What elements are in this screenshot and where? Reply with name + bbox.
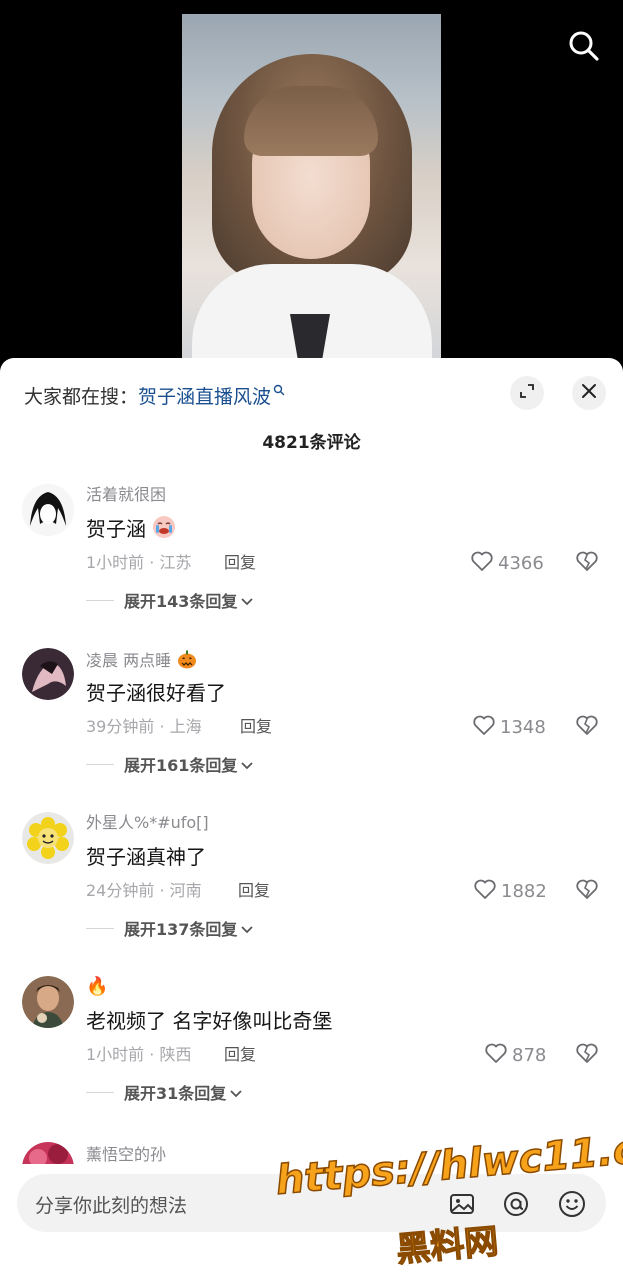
heart-icon	[484, 1042, 512, 1069]
dislike-button[interactable]	[575, 876, 601, 906]
chevron-down-icon	[241, 755, 254, 774]
comment-item: 外星人%*#ufo[] 贺子涵真神了 24分钟前 · 河南 回复 1882 展开…	[0, 812, 623, 976]
like-button[interactable]: 4366	[470, 548, 544, 578]
comment-text: 贺子涵真神了	[86, 845, 206, 869]
like-button[interactable]: 878	[484, 1040, 546, 1070]
divider	[86, 1091, 114, 1093]
close-button[interactable]	[572, 376, 606, 410]
divider	[86, 599, 114, 601]
like-button[interactable]: 1348	[472, 712, 546, 742]
crying-emoji-icon	[152, 515, 176, 547]
avatar[interactable]	[22, 648, 74, 700]
emoji-icon[interactable]	[557, 1189, 587, 1219]
comment-username[interactable]: 活着就很困	[86, 484, 166, 506]
heart-icon	[470, 550, 498, 577]
comment-username[interactable]: 薰悟空的孙	[86, 1144, 166, 1166]
like-count: 1882	[501, 880, 547, 902]
pumpkin-emoji-icon	[176, 648, 198, 676]
avatar[interactable]	[22, 484, 74, 536]
comment-text-content: 贺子涵	[86, 517, 146, 541]
comment-item: 🔥 老视频了 名字好像叫比奇堡 1小时前 · 陕西 回复 878 展开31条回复	[0, 976, 623, 1140]
reply-button[interactable]: 回复	[224, 1044, 256, 1066]
divider	[86, 763, 114, 765]
expand-replies[interactable]: 展开137条回复	[86, 916, 254, 940]
search-suggestion-prefix: 大家都在搜：	[24, 385, 139, 408]
like-count: 878	[512, 1044, 547, 1066]
expand-replies-label: 展开31条回复	[124, 1084, 227, 1103]
at-icon[interactable]	[501, 1189, 531, 1219]
search-suggestion[interactable]: 大家都在搜： 贺子涵直播风波	[24, 380, 285, 410]
chevron-down-icon	[241, 919, 254, 938]
search-suggestion-link[interactable]: 贺子涵直播风波	[138, 382, 271, 409]
comment-time-location: 39分钟前 · 上海	[86, 717, 202, 736]
reply-button[interactable]: 回复	[238, 880, 270, 902]
heart-icon	[472, 714, 500, 741]
comment-username-text: 凌晨 两点睡	[86, 651, 172, 670]
small-search-icon	[273, 379, 285, 401]
like-button[interactable]: 1882	[473, 876, 547, 906]
reply-button[interactable]: 回复	[240, 716, 272, 738]
comment-username[interactable]: 外星人%*#ufo[]	[86, 812, 209, 834]
expand-replies[interactable]: 展开143条回复	[86, 588, 254, 612]
comment-item: 凌晨 两点睡 贺子涵很好看了 39分钟前 · 上海 回复 1348 展开161条…	[0, 648, 623, 812]
expand-replies[interactable]: 展开161条回复	[86, 752, 254, 776]
like-count: 4366	[498, 552, 544, 574]
comment-time-location: 1小时前 · 江苏	[86, 553, 192, 572]
like-count: 1348	[500, 716, 546, 738]
comment-time-location: 24分钟前 · 河南	[86, 881, 202, 900]
close-icon	[581, 383, 597, 403]
broken-heart-icon	[575, 878, 599, 904]
dislike-button[interactable]	[575, 1040, 601, 1070]
comment-text: 老视频了 名字好像叫比奇堡	[86, 1009, 333, 1033]
expand-button[interactable]	[510, 376, 544, 410]
avatar[interactable]	[22, 976, 74, 1028]
comment-count-title: 4821条评论	[262, 433, 361, 453]
broken-heart-icon	[575, 714, 599, 740]
dislike-button[interactable]	[575, 712, 601, 742]
expand-replies-label: 展开143条回复	[124, 592, 238, 611]
comment-input-placeholder: 分享你此刻的想法	[35, 1195, 188, 1217]
search-icon[interactable]	[566, 28, 602, 64]
broken-heart-icon	[575, 1042, 599, 1068]
comments-sheet: 大家都在搜： 贺子涵直播风波 4821条评论 活着就很困 贺子涵 1小时前 · …	[0, 358, 623, 1280]
comment-input-bar: 分享你此刻的想法	[0, 1164, 623, 1280]
broken-heart-icon	[575, 550, 599, 576]
video-frame[interactable]	[182, 14, 441, 374]
avatar[interactable]	[22, 812, 74, 864]
comment-username[interactable]: 凌晨 两点睡	[86, 648, 198, 670]
comment-item: 活着就很困 贺子涵 1小时前 · 江苏 回复 4366 展开143条回复	[0, 484, 623, 648]
comment-text: 贺子涵很好看了	[86, 681, 226, 705]
chevron-down-icon	[230, 1083, 242, 1102]
fire-emoji-icon: 🔥	[86, 976, 109, 997]
chevron-down-icon	[241, 591, 254, 610]
comment-input[interactable]: 分享你此刻的想法	[17, 1174, 606, 1232]
comment-time-location: 1小时前 · 陕西	[86, 1045, 192, 1064]
comment-username[interactable]: 🔥	[86, 976, 108, 998]
expand-icon	[519, 383, 535, 403]
reply-button[interactable]: 回复	[224, 552, 256, 574]
comment-text: 贺子涵	[86, 514, 176, 544]
heart-icon	[473, 878, 501, 905]
expand-replies-label: 展开161条回复	[124, 756, 238, 775]
expand-replies-label: 展开137条回复	[124, 920, 238, 939]
video-player[interactable]	[0, 0, 623, 380]
divider	[86, 927, 114, 929]
image-icon[interactable]	[447, 1189, 477, 1219]
dislike-button[interactable]	[575, 548, 601, 578]
expand-replies[interactable]: 展开31条回复	[86, 1080, 242, 1104]
